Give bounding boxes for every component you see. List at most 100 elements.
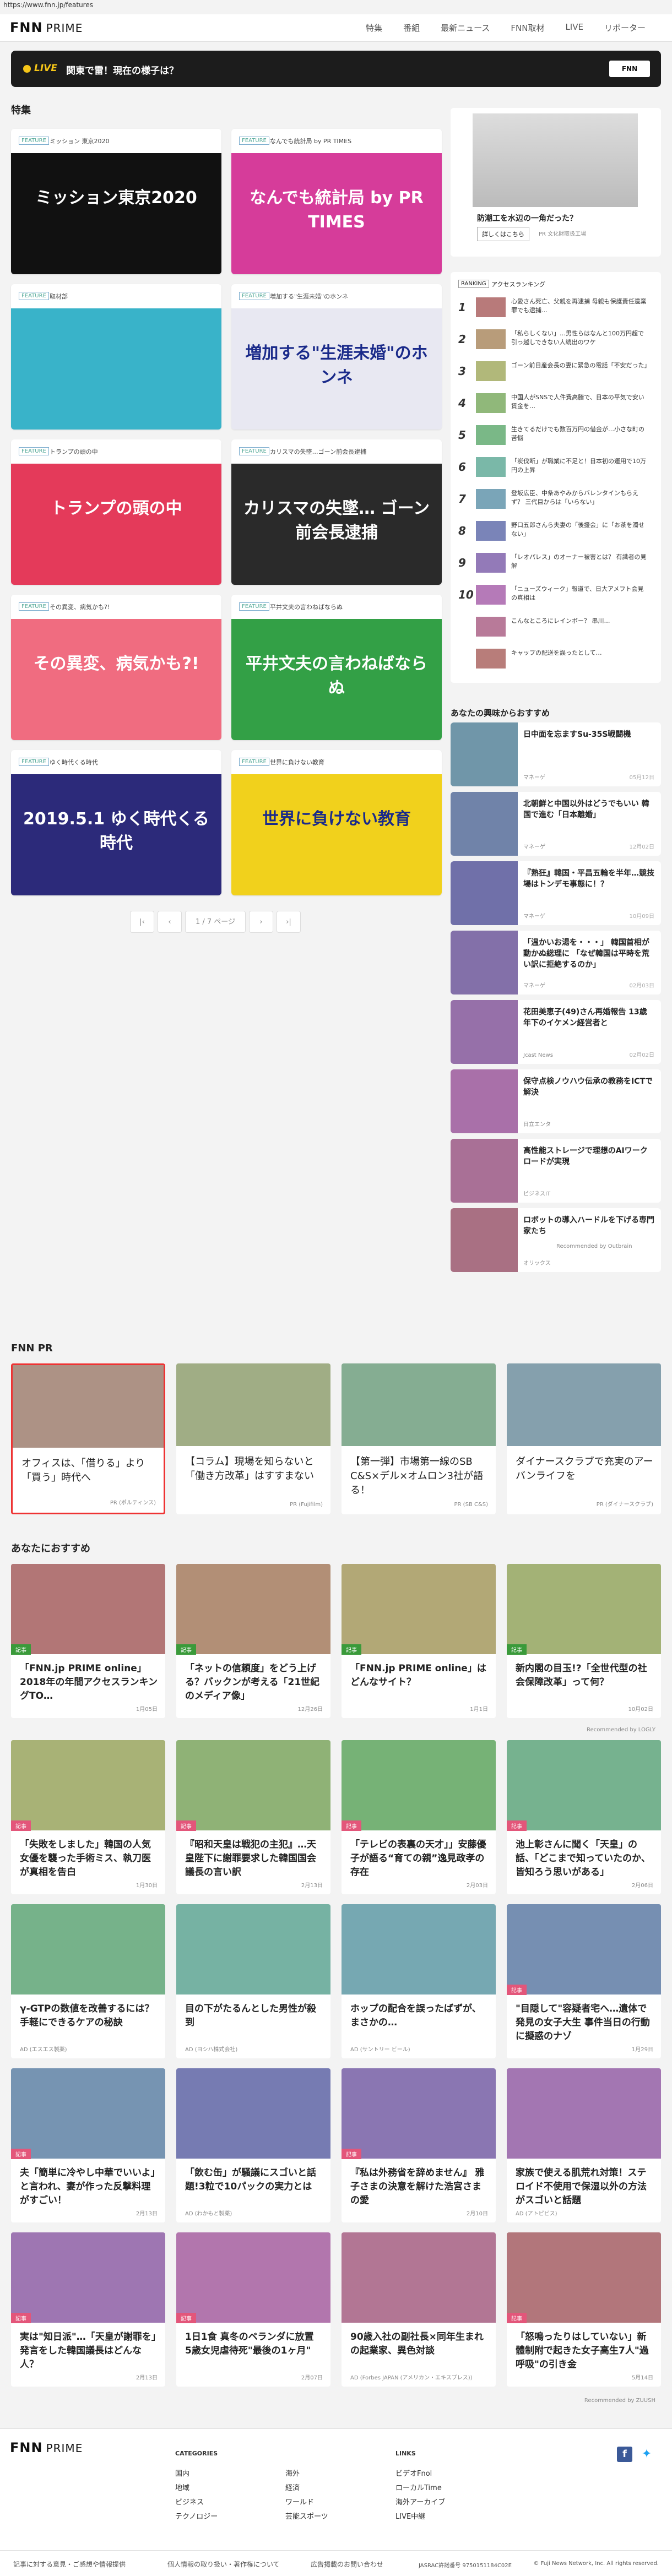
footer-link[interactable]: ビデオFnol — [395, 2468, 432, 2478]
footer-link-privacy[interactable]: 個人情報の取り扱い・著作権について — [167, 2559, 280, 2569]
logly-credit[interactable]: Recommended by LOGLY — [587, 1727, 655, 1733]
recommended-article-card[interactable]: 記事 「怒鳴ったりはしていない」新體制附で起きた女子高生7人"過呼吸"の引き金 5月… — [507, 2232, 661, 2387]
recommended-article-card[interactable]: 90歳入社の副社長×同年生まれの起業家、異色対談 AD (Forbes JAPAN… — [342, 2232, 496, 2387]
footer-link[interactable]: 海外アーカイブ — [395, 2496, 445, 2507]
recommend-item[interactable]: 保守点検ノウハウ伝承の教務をICTで解決 日立エンタ — [451, 1069, 661, 1133]
footer-link[interactable]: ローカルTime — [395, 2482, 442, 2492]
article-title[interactable]: 『昭和天皇は戦犯の主犯』…天皇陛下に謝罪要求した韓国国会議長の言い訳 — [185, 1838, 323, 1879]
article-title[interactable]: 新内閣の目玉!?「全世代型の社会保障改革」って何？ — [516, 1662, 653, 1689]
feature-card[interactable]: FEATURE トランプの頭の中 トランプの頭の中 — [11, 439, 221, 585]
feature-card[interactable]: FEATURE ゆく時代くる時代 2019.5.1 ゆく時代くる時代 — [11, 750, 221, 895]
pr-title[interactable]: オフィスは、「借りる」より「買う」時代へ — [21, 1457, 159, 1485]
feature-image[interactable]: なんでも統計局 by PR TIMES — [231, 153, 442, 274]
recommended-article-card[interactable]: 記事 1日1食 真冬のベランダに放置 5歳女児虐待死"最後の1ヶ月" 2月07日 — [176, 2232, 330, 2387]
feature-image[interactable]: その異変、病気かも?! — [11, 619, 221, 740]
article-title[interactable]: 「失敗をしました」韓国の人気女優を襲った手術ミス、執刀医が真相を告白 — [20, 1838, 158, 1879]
article-title[interactable]: 「ネットの信頼度」をどう上げる？バックンが考える「21世紀のメディア像」 — [185, 1662, 323, 1703]
feature-card[interactable]: FEATURE なんでも統計局 by PR TIMES なんでも統計局 by PR … — [231, 129, 442, 274]
ranking-item[interactable]: 3 ゴーン前日産会長の妻に緊急の電話「不安だった」 — [458, 360, 653, 382]
ranking-title[interactable]: 野口五郎さんら夫妻の「後援会」に「お茶を濁せない」 — [511, 521, 649, 539]
recommended-article-card[interactable]: 記事 「テレビの表裏の天才」」安藤優子が語る“育ての親”逸見政孝の存在 2月03日 — [342, 1740, 496, 1894]
ranking-item[interactable]: 4 中国人がSNSで人件費高騰で、日本の平気で安い賃金を… — [458, 392, 653, 414]
feature-image[interactable]: 平井文夫の言わねばならぬ — [231, 619, 442, 740]
footer-category-link[interactable]: 芸能スポーツ — [285, 2510, 328, 2521]
article-title[interactable]: 1日1食 真冬のベランダに放置 5歳女児虐待死"最後の1ヶ月" — [185, 2330, 323, 2358]
recommended-article-card[interactable]: 記事 「ネットの信頼度」をどう上げる？バックンが考える「21世紀のメディア像」 12… — [176, 1564, 330, 1718]
ranking-item[interactable]: キャップの配送を誤ったとして… — [458, 648, 653, 670]
feature-card[interactable]: FEATURE カリスマの失墜…ゴーン前会長逮捕 カリスマの失墜… ゴーン前会長逮捕 — [231, 439, 442, 585]
feature-image[interactable]: カリスマの失墜… ゴーン前会長逮捕 — [231, 464, 442, 585]
ranking-item[interactable]: 1 心愛さん死亡、父親を再逮捕 母親も保護責任遺棄罪でも逮捕… — [458, 296, 653, 318]
ranking-item[interactable]: 5 生きてるだけでも数百万円の借金が…小さな町の苦悩 — [458, 424, 653, 446]
footer-link[interactable]: LIVE中継 — [395, 2510, 425, 2521]
next-page-button[interactable]: › — [249, 911, 273, 933]
recommend-title[interactable]: ロボットの導入ハードルを下げる専門家たち — [523, 1215, 654, 1237]
ranking-title[interactable]: 登坂広臣、中条あやみからバレンタインもらえず？ 三代目からは「いらない」 — [511, 489, 649, 507]
nav-item-fnn-report[interactable]: FNN取材 — [511, 22, 544, 34]
ranking-title[interactable]: 「炭伐断」が職業に不足と！日本初の運用で10万円の上昇 — [511, 457, 649, 475]
pr-card[interactable]: オフィスは、「借りる」より「買う」時代へ PR (ポルティンス) — [11, 1363, 165, 1514]
article-title[interactable]: 夫「簡単に冷やし中華でいいよ」と言われ、妻が作った反撃料理がすごい！ — [20, 2166, 158, 2208]
feature-card[interactable]: FEATURE 世界に負けない教育 世界に負けない教育 — [231, 750, 442, 895]
footer-category-link[interactable]: 海外 — [285, 2468, 300, 2478]
ranking-item[interactable]: 8 野口五郎さんら夫妻の「後援会」に「お茶を濁せない」 — [458, 520, 653, 542]
pr-card[interactable]: 【コラム】現場を知らないと「働き方改革」はすすまない PR (Fujifilm) — [176, 1363, 330, 1514]
ranking-title[interactable]: 「ニューズウィーク」報道で、日大アメフト会見の真相は — [511, 585, 649, 602]
feature-image[interactable]: ミッション東京2020 — [11, 153, 221, 274]
footer-category-link[interactable]: 国内 — [175, 2468, 189, 2478]
nav-item-features[interactable]: 特集 — [366, 22, 382, 34]
recommended-article-card[interactable]: 記事 新内閣の目玉!?「全世代型の社会保障改革」って何？ 10月02日 — [507, 1564, 661, 1718]
ranking-item[interactable]: 10 「ニューズウィーク」報道で、日大アメフト会見の真相は — [458, 584, 653, 606]
recommended-article-card[interactable]: γ-GTPの数値を改善するには？手軽にできるケアの秘訣 AD (エスエス製薬) — [11, 1904, 165, 2058]
recommend-title[interactable]: 「温かいお湯を・・・」 韓国首相が動かぬ総理に 「なぜ韓国は平時を荒い訳に拒絶す… — [523, 937, 654, 970]
recommended-article-card[interactable]: 記事 池上彰さんに聞く「天皇」の話、「どこまで知っていたのか、皆知ろう思いがある」… — [507, 1740, 661, 1894]
recommend-title[interactable]: 日中面を忘ますSu-35S戦闘機 — [523, 729, 654, 740]
pr-title[interactable]: 【第一弾】市場第一線のSB C&S×デル×オムロン3社が語る！ — [350, 1455, 488, 1498]
feature-image[interactable]: トランプの頭の中 — [11, 464, 221, 585]
recommend-title[interactable]: 『熟狂』韓国・平昌五輪を半年…競技場はトンデモ事態に！？ — [523, 868, 654, 890]
sidebar-ad[interactable]: 防潮工を水辺の一角だった？ 詳しくはこちら PR 文化財取扱工場 — [451, 108, 661, 257]
recommend-title[interactable]: 花田美恵子(49)さん再婚報告 13歳年下のイケメン経営者と — [523, 1007, 654, 1029]
live-title[interactable]: 関東で雷！現在の様子は？ — [66, 63, 178, 77]
pr-title[interactable]: ダイナースクラブで充実のアーバンライフを — [516, 1455, 653, 1483]
feature-card[interactable]: FEATURE その異変、病気かも?! その異変、病気かも?! — [11, 595, 221, 740]
recommended-article-card[interactable]: 記事 「FNN.jp PRIME online」2018年の年間アクセスランキング… — [11, 1564, 165, 1718]
feature-image[interactable]: 世界に負けない教育 — [231, 774, 442, 895]
first-page-button[interactable]: |‹ — [130, 911, 154, 933]
nav-item-live[interactable]: LIVE — [565, 22, 583, 34]
facebook-icon[interactable]: f — [617, 2447, 632, 2462]
recommended-article-card[interactable]: 記事 "目隠して"容疑者宅へ…遺体で発見の女子大生 事件当日の行動に擬惑のナゾ 1月… — [507, 1904, 661, 2058]
footer-link-feedback[interactable]: 記事に対する意見・ご感想や情報提供 — [13, 2559, 126, 2569]
recommended-article-card[interactable]: 目の下がたるんとした男性が殺到 AD (ヨシハ株式会社) — [176, 1904, 330, 2058]
recommended-article-card[interactable]: 記事 実は"知日派"…「天皇が謝罪を」発言をした韓国議長はどんな人？ 2月13日 — [11, 2232, 165, 2387]
article-title[interactable]: 90歳入社の副社長×同年生まれの起業家、異色対談 — [350, 2330, 488, 2358]
feature-card[interactable]: FEATURE 増加する"生涯未婚"のホンネ 増加する"生涯未婚"のホンネ — [231, 284, 442, 430]
article-title[interactable]: "目隠して"容疑者宅へ…遺体で発見の女子大生 事件当日の行動に擬惑のナゾ — [516, 2002, 653, 2044]
ranking-title[interactable]: こんなところにレインボー？ 串川… — [511, 617, 649, 626]
ranking-title[interactable]: 「私らしくない」…男性らはなんと100万円超で引っ越しできない人続出のワケ — [511, 329, 649, 347]
article-title[interactable]: 「FNN.jp PRIME online」はどんなサイト？ — [350, 1662, 488, 1689]
recommend-item[interactable]: 花田美恵子(49)さん再婚報告 13歳年下のイケメン経営者と Jcast News… — [451, 1000, 661, 1064]
nav-item-programs[interactable]: 番組 — [403, 22, 420, 34]
live-banner[interactable]: LIVE 関東で雷！現在の様子は？ FNN — [11, 51, 661, 87]
footer-category-link[interactable]: 地域 — [175, 2482, 189, 2492]
recommended-article-card[interactable]: 記事 『私は外務省を辞めません』 雅子さまの決意を解けた浩宮さまの愛 2月10日 — [342, 2068, 496, 2222]
prev-page-button[interactable]: ‹ — [158, 911, 182, 933]
recommended-article-card[interactable]: 記事 夫「簡単に冷やし中華でいいよ」と言われ、妻が作った反撃料理がすごい！ 2月13… — [11, 2068, 165, 2222]
pr-card[interactable]: 【第一弾】市場第一線のSB C&S×デル×オムロン3社が語る！ PR (SB C&… — [342, 1363, 496, 1514]
ranking-title[interactable]: ゴーン前日産会長の妻に緊急の電話「不安だった」 — [511, 361, 650, 370]
footer-category-link[interactable]: ワールド — [285, 2496, 314, 2507]
recommend-item[interactable]: 「温かいお湯を・・・」 韓国首相が動かぬ総理に 「なぜ韓国は平時を荒い訳に拒絶す… — [451, 931, 661, 994]
nav-item-latest[interactable]: 最新ニュース — [441, 22, 490, 34]
article-title[interactable]: 池上彰さんに聞く「天皇」の話、「どこまで知っていたのか、皆知ろう思いがある」 — [516, 1838, 653, 1879]
ad-button[interactable]: 詳しくはこちら — [477, 227, 529, 241]
article-title[interactable]: γ-GTPの数値を改善するには？手軽にできるケアの秘訣 — [20, 2002, 158, 2030]
ranking-title[interactable]: 生きてるだけでも数百万円の借金が…小さな町の苦悩 — [511, 425, 649, 443]
zucks-credit[interactable]: Recommended by ZUUSH — [584, 2398, 655, 2404]
ranking-title[interactable]: 心愛さん死亡、父親を再逮捕 母親も保護責任遺棄罪でも逮捕… — [511, 297, 649, 315]
article-title[interactable]: 目の下がたるんとした男性が殺到 — [185, 2002, 323, 2030]
footer-link-ads[interactable]: 広告掲載のお問い合わせ — [311, 2559, 383, 2569]
footer-category-link[interactable]: ビジネス — [175, 2496, 204, 2507]
footer-logo[interactable]: FNN PRIME — [10, 2440, 83, 2455]
recommend-item[interactable]: 日中面を忘ますSu-35S戦闘機 マネーゲ 05月12日 — [451, 722, 661, 786]
